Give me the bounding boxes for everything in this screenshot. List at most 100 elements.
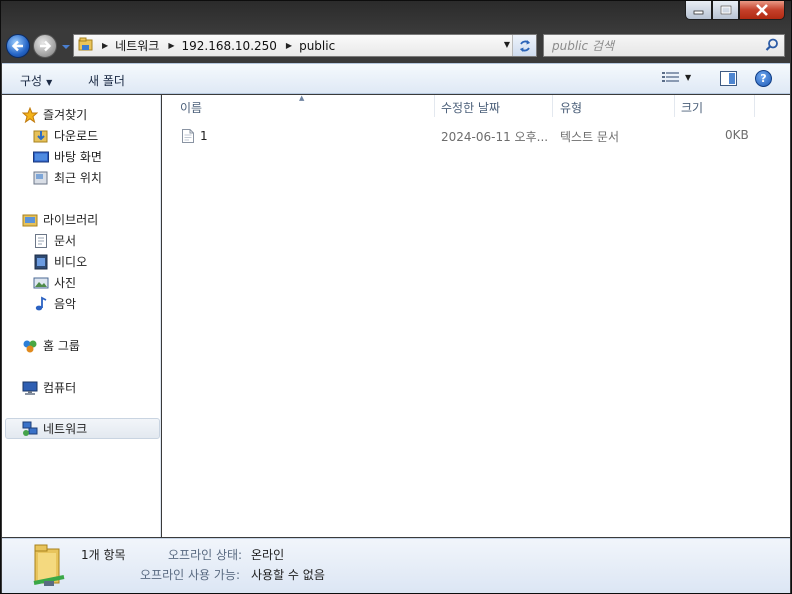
column-name-header[interactable]: 이름 [180,99,202,116]
file-row[interactable]: 1 2024-06-11 오후... 텍스트 문서 0KB [162,126,790,146]
forward-arrow-icon [40,40,52,52]
offline-availability-value: 사용할 수 없음 [251,568,325,582]
breadcrumb-arrow-icon[interactable]: ▶ [286,41,292,50]
nav-computer[interactable]: 컴퓨터 [22,377,76,398]
nav-recent[interactable]: 최근 위치 [33,167,102,188]
breadcrumb-arrow-icon[interactable]: ▶ [102,41,108,50]
file-list: ▲ 이름 수정한 날짜 유형 크기 1 2024-06-11 오후... 텍스트… [162,94,790,537]
homegroup-icon [22,338,38,354]
new-folder-label: 새 폴더 [88,74,125,88]
file-size: 0KB [725,128,749,142]
column-divider[interactable] [552,95,553,117]
video-icon [33,254,49,270]
music-note-icon [33,296,49,312]
organize-label: 구성 [20,74,43,88]
address-bar[interactable]: ▶ 네트워크 ▶ 192.168.10.250 ▶ public ▼ [73,34,537,57]
column-headers: ▲ 이름 수정한 날짜 유형 크기 [162,94,790,117]
navigation-pane: 즐겨찾기 다운로드 바탕 화면 최근 위치 라이브러리 문서 비디오 사진 음악… [2,95,161,537]
search-input[interactable] [544,35,744,56]
offline-status-value: 온라인 [251,548,285,562]
navigation-row: ▶ 네트워크 ▶ 192.168.10.250 ▶ public ▼ [1,31,792,61]
refresh-icon [519,39,530,52]
downloads-folder-icon [33,128,49,144]
breadcrumb: ▶ 네트워크 ▶ 192.168.10.250 ▶ public [98,37,335,54]
organize-button[interactable]: 구성 ▼ [20,72,52,89]
search-icon[interactable] [765,38,779,55]
pictures-icon [33,275,49,291]
recent-places-icon [33,170,49,186]
nav-label: 사진 [54,276,77,290]
forward-button[interactable] [33,34,57,58]
documents-icon [33,233,49,249]
nav-label: 즐겨찾기 [43,108,88,122]
network-icon [22,421,38,437]
nav-videos[interactable]: 비디오 [33,251,87,272]
nav-favorites[interactable]: 즐겨찾기 [22,104,87,125]
refresh-button[interactable] [512,35,536,56]
minimize-button[interactable] [685,1,712,20]
nav-label: 음악 [54,297,77,311]
back-arrow-icon [11,40,23,52]
change-view-button[interactable]: ▼ [662,71,691,83]
nav-label: 바탕 화면 [54,150,102,164]
column-divider[interactable] [754,95,755,117]
breadcrumb-public[interactable]: public [299,39,335,53]
network-folder-icon [78,36,94,55]
file-type: 텍스트 문서 [560,130,620,144]
details-pane: 1개 항목 오프라인 상태: 온라인 오프라인 사용 가능: 사용할 수 없음 [2,538,790,593]
nav-label: 컴퓨터 [43,381,77,395]
file-name: 1 [200,129,208,143]
details-view-icon [662,72,679,82]
chevron-down-icon: ▼ [685,72,692,82]
breadcrumb-host[interactable]: 192.168.10.250 [181,39,276,53]
maximize-button[interactable] [712,1,739,20]
text-file-icon [182,129,194,143]
network-share-folder-icon [32,543,66,592]
column-size-header[interactable]: 크기 [681,99,703,116]
nav-music[interactable]: 음악 [33,293,76,314]
library-icon [22,212,38,228]
sort-ascending-icon: ▲ [299,94,305,102]
column-divider[interactable] [674,95,675,117]
maximize-icon [720,5,731,15]
nav-label: 다운로드 [54,129,99,143]
nav-pictures[interactable]: 사진 [33,272,76,293]
caption-buttons [685,1,785,20]
chevron-down-icon [62,45,70,49]
recent-pages-button[interactable] [61,41,71,51]
nav-downloads[interactable]: 다운로드 [33,125,98,146]
nav-homegroup[interactable]: 홈 그룹 [22,335,80,356]
nav-libraries[interactable]: 라이브러리 [22,209,98,230]
back-button[interactable] [6,34,30,58]
search-box [543,34,785,57]
help-button[interactable]: ? [755,70,772,87]
close-button[interactable] [739,1,785,20]
nav-desktop[interactable]: 바탕 화면 [33,146,102,167]
preview-pane-icon [720,71,737,86]
computer-icon [22,380,38,396]
nav-label: 문서 [54,234,77,248]
offline-availability-label: 오프라인 사용 가능: [140,568,240,582]
column-modified-header[interactable]: 수정한 날짜 [441,99,500,116]
nav-documents[interactable]: 문서 [33,230,76,251]
close-icon [756,4,768,16]
breadcrumb-arrow-icon[interactable]: ▶ [168,41,174,50]
minimize-icon [693,10,703,15]
preview-pane-button[interactable] [720,71,737,89]
nav-network[interactable]: 네트워크 [5,418,160,439]
nav-label: 라이브러리 [43,213,99,227]
column-divider[interactable] [434,95,435,117]
item-count: 1개 항목 [81,548,126,562]
command-bar: 구성 ▼ 새 폴더 ▼ ? [2,63,790,94]
column-type-header[interactable]: 유형 [560,99,582,116]
file-name-cell: 1 [181,128,208,144]
desktop-icon [33,149,49,165]
nav-label: 비디오 [54,255,88,269]
breadcrumb-network[interactable]: 네트워크 [115,37,159,54]
new-folder-button[interactable]: 새 폴더 [88,72,125,89]
address-dropdown-icon[interactable]: ▼ [504,40,510,49]
offline-status-label: 오프라인 상태: [168,548,243,562]
nav-label: 최근 위치 [54,171,102,185]
help-icon: ? [760,72,767,85]
file-modified: 2024-06-11 오후... [441,130,549,144]
